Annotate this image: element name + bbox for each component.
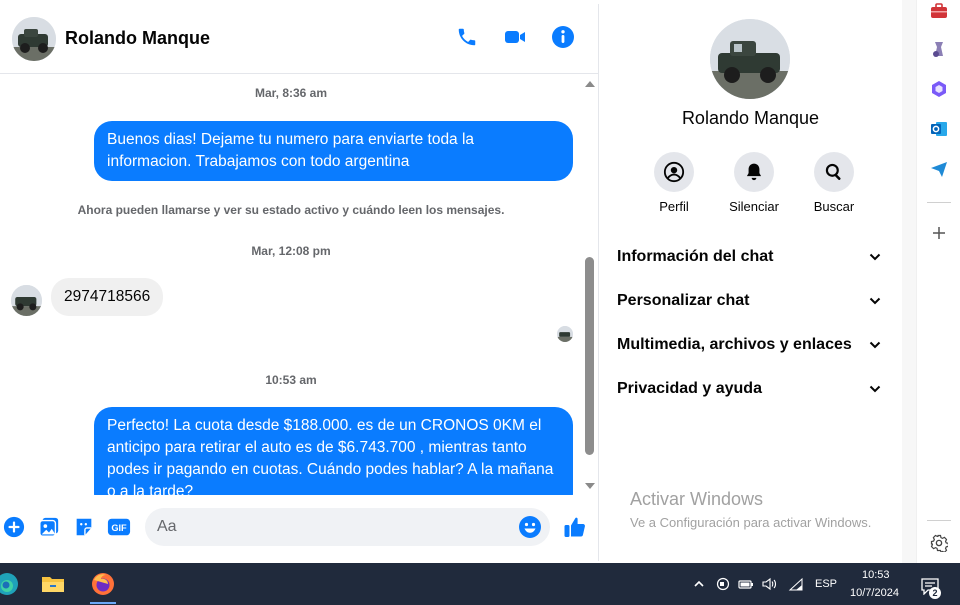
section-label: Privacidad y ayuda [617, 380, 762, 397]
scroll-thumb[interactable] [585, 257, 594, 455]
sticker-icon[interactable] [72, 515, 96, 539]
settings-icon[interactable] [928, 532, 950, 554]
composer: GIF [0, 495, 598, 561]
contact-profile-photo[interactable] [710, 19, 790, 99]
copilot-icon[interactable] [928, 78, 950, 100]
bell-icon [734, 152, 774, 192]
windows-activation-watermark: Activar Windows Ve a Configuración para … [630, 489, 871, 530]
active-app-indicator [90, 602, 116, 604]
svg-text:GIF: GIF [111, 523, 127, 533]
section-label: Información del chat [617, 248, 774, 265]
file-explorer-icon[interactable] [38, 570, 68, 598]
timestamp: Mar, 12:08 pm [251, 244, 331, 258]
section-customize-chat[interactable]: Personalizar chat [599, 279, 902, 323]
volume-icon[interactable] [762, 576, 778, 592]
section-chat-info[interactable]: Información del chat [599, 235, 902, 279]
sender-avatar [11, 285, 42, 316]
sidebar-separator [927, 520, 951, 521]
emoji-icon[interactable] [518, 515, 542, 539]
search-label: Buscar [813, 199, 855, 214]
section-media-files-links[interactable]: Multimedia, archivos y enlaces [599, 323, 902, 367]
plus-icon[interactable] [2, 515, 26, 539]
chat-info-panel: Rolando Manque Perfil Silenciar Buscar I… [599, 4, 911, 561]
message-scrollbar[interactable] [582, 75, 598, 495]
message-incoming[interactable]: 2974718566 [51, 278, 164, 316]
video-call-icon[interactable] [502, 24, 528, 50]
chat-header: Rolando Manque [0, 4, 598, 74]
chevron-down-icon [869, 297, 881, 305]
info-contact-name: Rolando Manque [681, 108, 820, 128]
timestamp: 10:53 am [265, 373, 317, 387]
scroll-up-arrow[interactable] [585, 81, 595, 87]
mute-action[interactable]: Silenciar [719, 152, 789, 214]
section-label: Multimedia, archivos y enlaces [617, 336, 852, 353]
photo-icon[interactable] [37, 515, 61, 539]
info-notice: Ahora pueden llamarse y ver su estado ac… [77, 203, 505, 217]
outlook-icon[interactable] [928, 118, 950, 140]
timestamp: Mar, 8:36 am [254, 86, 328, 100]
toolbox-icon[interactable] [928, 0, 950, 22]
info-sections: Información del chat Personalizar chat M… [599, 235, 902, 411]
header-actions [454, 24, 576, 50]
edge-browser-icon[interactable] [0, 570, 22, 598]
meet-now-icon[interactable] [715, 576, 731, 592]
wifi-icon[interactable] [788, 576, 804, 592]
panel-gap [902, 0, 916, 563]
sidebar-separator [927, 202, 951, 203]
contact-avatar[interactable] [12, 16, 56, 61]
notification-count-badge: 2 [929, 587, 941, 599]
section-label: Personalizar chat [617, 292, 750, 309]
message-outgoing[interactable]: Buenos dias! Dejame tu numero para envia… [94, 121, 573, 181]
section-privacy-help[interactable]: Privacidad y ayuda [599, 367, 902, 411]
add-icon[interactable] [928, 222, 950, 244]
seen-indicator-avatar [557, 326, 573, 342]
message-input[interactable] [145, 508, 505, 546]
chevron-down-icon [869, 385, 881, 393]
message-input-wrapper [145, 508, 550, 546]
scroll-down-arrow[interactable] [585, 483, 595, 489]
contact-actions: Perfil Silenciar Buscar [639, 152, 869, 214]
firefox-icon[interactable] [88, 570, 118, 598]
search-icon [814, 152, 854, 192]
clock-date[interactable]: 10/7/2024 [850, 587, 899, 599]
chat-panel: Rolando Manque Mar, 8:36 am Buenos dias!… [0, 0, 600, 563]
mute-label: Silenciar [729, 199, 779, 214]
browser-sidebar [916, 0, 960, 563]
profile-action[interactable]: Perfil [639, 152, 709, 214]
language-indicator[interactable]: ESP [815, 578, 837, 590]
app-root: Rolando Manque Mar, 8:36 am Buenos dias!… [0, 0, 960, 605]
profile-label: Perfil [659, 199, 689, 214]
phone-icon[interactable] [454, 24, 480, 50]
profile-icon [654, 152, 694, 192]
message-list[interactable]: Mar, 8:36 am Buenos dias! Dejame tu nume… [0, 75, 582, 495]
info-icon[interactable] [550, 24, 576, 50]
chevron-down-icon [869, 341, 881, 349]
chevron-up-icon[interactable] [691, 576, 707, 592]
chevron-down-icon [869, 253, 881, 261]
clock-time[interactable]: 10:53 [862, 569, 890, 581]
battery-icon[interactable] [738, 576, 754, 592]
like-icon[interactable] [562, 515, 588, 539]
watermark-subtitle: Ve a Configuración para activar Windows. [630, 515, 872, 530]
chat-contact-name[interactable]: Rolando Manque [65, 28, 210, 49]
windows-taskbar: ESP 10:53 10/7/2024 2 [0, 563, 960, 605]
watermark-title: Activar Windows [630, 489, 764, 509]
send-icon[interactable] [928, 158, 950, 180]
games-icon[interactable] [928, 38, 950, 60]
gif-icon[interactable]: GIF [107, 515, 131, 539]
message-outgoing[interactable]: Perfecto! La cuota desde $188.000. es de… [94, 407, 573, 495]
search-action[interactable]: Buscar [799, 152, 869, 214]
